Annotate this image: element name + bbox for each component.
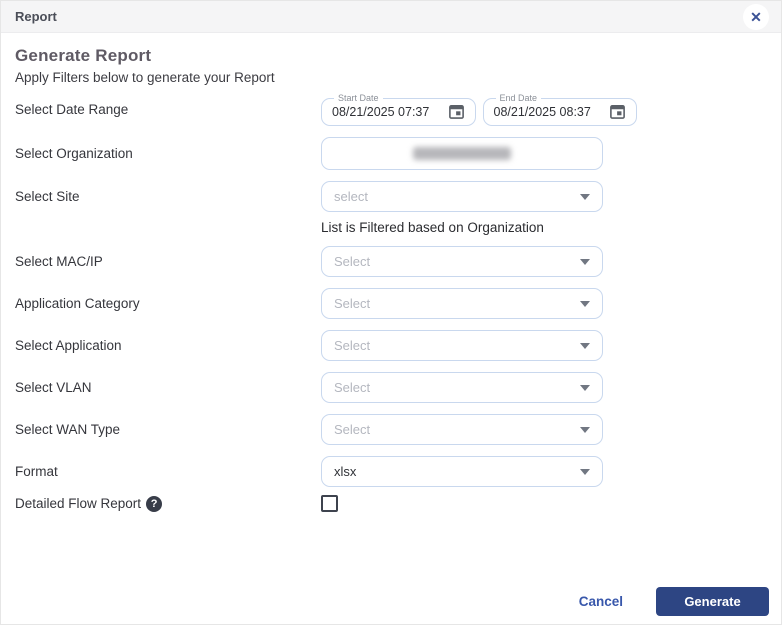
dialog-actions: Cancel Generate bbox=[579, 587, 769, 616]
wan-type-select[interactable]: Select bbox=[321, 414, 603, 445]
start-date-value[interactable]: 08/21/2025 07:37 bbox=[332, 105, 429, 119]
chevron-down-icon bbox=[580, 194, 590, 200]
format-select[interactable]: xlsx bbox=[321, 456, 603, 487]
end-date-field[interactable]: End Date 08/21/2025 08:37 bbox=[483, 93, 638, 126]
row-mac-ip: Select MAC/IP Select bbox=[15, 246, 767, 277]
date-range-fields: Start Date 08/21/2025 07:37 End bbox=[321, 93, 637, 126]
row-organization: Select Organization bbox=[15, 137, 767, 170]
application-label: Select Application bbox=[15, 338, 321, 353]
chevron-down-icon bbox=[580, 259, 590, 265]
row-date-range: Select Date Range Start Date 08/21/2025 … bbox=[15, 93, 767, 126]
wan-type-label: Select WAN Type bbox=[15, 422, 321, 437]
end-date-field-label: End Date bbox=[496, 93, 542, 103]
site-helper-text: List is Filtered based on Organization bbox=[321, 220, 603, 235]
mac-ip-label: Select MAC/IP bbox=[15, 254, 321, 269]
vlan-label: Select VLAN bbox=[15, 380, 321, 395]
date-range-label: Select Date Range bbox=[15, 102, 321, 117]
dialog-content: Generate Report Apply Filters below to g… bbox=[1, 33, 781, 512]
format-select-value: xlsx bbox=[334, 464, 356, 479]
organization-label: Select Organization bbox=[15, 146, 321, 161]
detailed-flow-report-checkbox[interactable] bbox=[321, 495, 338, 512]
detailed-flow-report-label: Detailed Flow Report bbox=[15, 496, 141, 511]
vlan-select-placeholder: Select bbox=[334, 380, 370, 395]
vlan-select[interactable]: Select bbox=[321, 372, 603, 403]
organization-input[interactable] bbox=[321, 137, 603, 170]
generate-button[interactable]: Generate bbox=[656, 587, 769, 616]
row-site: Select Site select List is Filtered base… bbox=[15, 181, 767, 235]
generate-report-dialog: Report ✕ Generate Report Apply Filters b… bbox=[0, 0, 782, 625]
calendar-icon[interactable] bbox=[448, 103, 465, 120]
organization-value-redacted bbox=[413, 147, 511, 160]
page-subtitle: Apply Filters below to generate your Rep… bbox=[15, 70, 767, 85]
chevron-down-icon bbox=[580, 343, 590, 349]
dialog-title: Report bbox=[15, 9, 57, 24]
chevron-down-icon bbox=[580, 301, 590, 307]
row-vlan: Select VLAN Select bbox=[15, 372, 767, 403]
chevron-down-icon bbox=[580, 385, 590, 391]
application-category-select-placeholder: Select bbox=[334, 296, 370, 311]
site-label: Select Site bbox=[15, 181, 321, 212]
row-format: Format xlsx bbox=[15, 456, 767, 487]
row-wan-type: Select WAN Type Select bbox=[15, 414, 767, 445]
help-icon[interactable]: ? bbox=[146, 496, 162, 512]
site-select[interactable]: select bbox=[321, 181, 603, 212]
dialog-titlebar: Report ✕ bbox=[1, 1, 781, 33]
chevron-down-icon bbox=[580, 427, 590, 433]
application-category-label: Application Category bbox=[15, 296, 321, 311]
application-select[interactable]: Select bbox=[321, 330, 603, 361]
page-title: Generate Report bbox=[15, 46, 767, 66]
cancel-button[interactable]: Cancel bbox=[579, 594, 623, 609]
mac-ip-select-placeholder: Select bbox=[334, 254, 370, 269]
chevron-down-icon bbox=[580, 469, 590, 475]
close-icon[interactable]: ✕ bbox=[743, 4, 769, 30]
end-date-value[interactable]: 08/21/2025 08:37 bbox=[494, 105, 591, 119]
site-select-placeholder: select bbox=[334, 189, 368, 204]
detailed-flow-report-label-wrap: Detailed Flow Report ? bbox=[15, 496, 321, 512]
row-application: Select Application Select bbox=[15, 330, 767, 361]
start-date-field-label: Start Date bbox=[334, 93, 383, 103]
row-application-category: Application Category Select bbox=[15, 288, 767, 319]
start-date-field[interactable]: Start Date 08/21/2025 07:37 bbox=[321, 93, 476, 126]
application-select-placeholder: Select bbox=[334, 338, 370, 353]
calendar-icon[interactable] bbox=[609, 103, 626, 120]
mac-ip-select[interactable]: Select bbox=[321, 246, 603, 277]
application-category-select[interactable]: Select bbox=[321, 288, 603, 319]
format-label: Format bbox=[15, 464, 321, 479]
wan-type-select-placeholder: Select bbox=[334, 422, 370, 437]
row-detailed-flow-report: Detailed Flow Report ? bbox=[15, 495, 767, 512]
